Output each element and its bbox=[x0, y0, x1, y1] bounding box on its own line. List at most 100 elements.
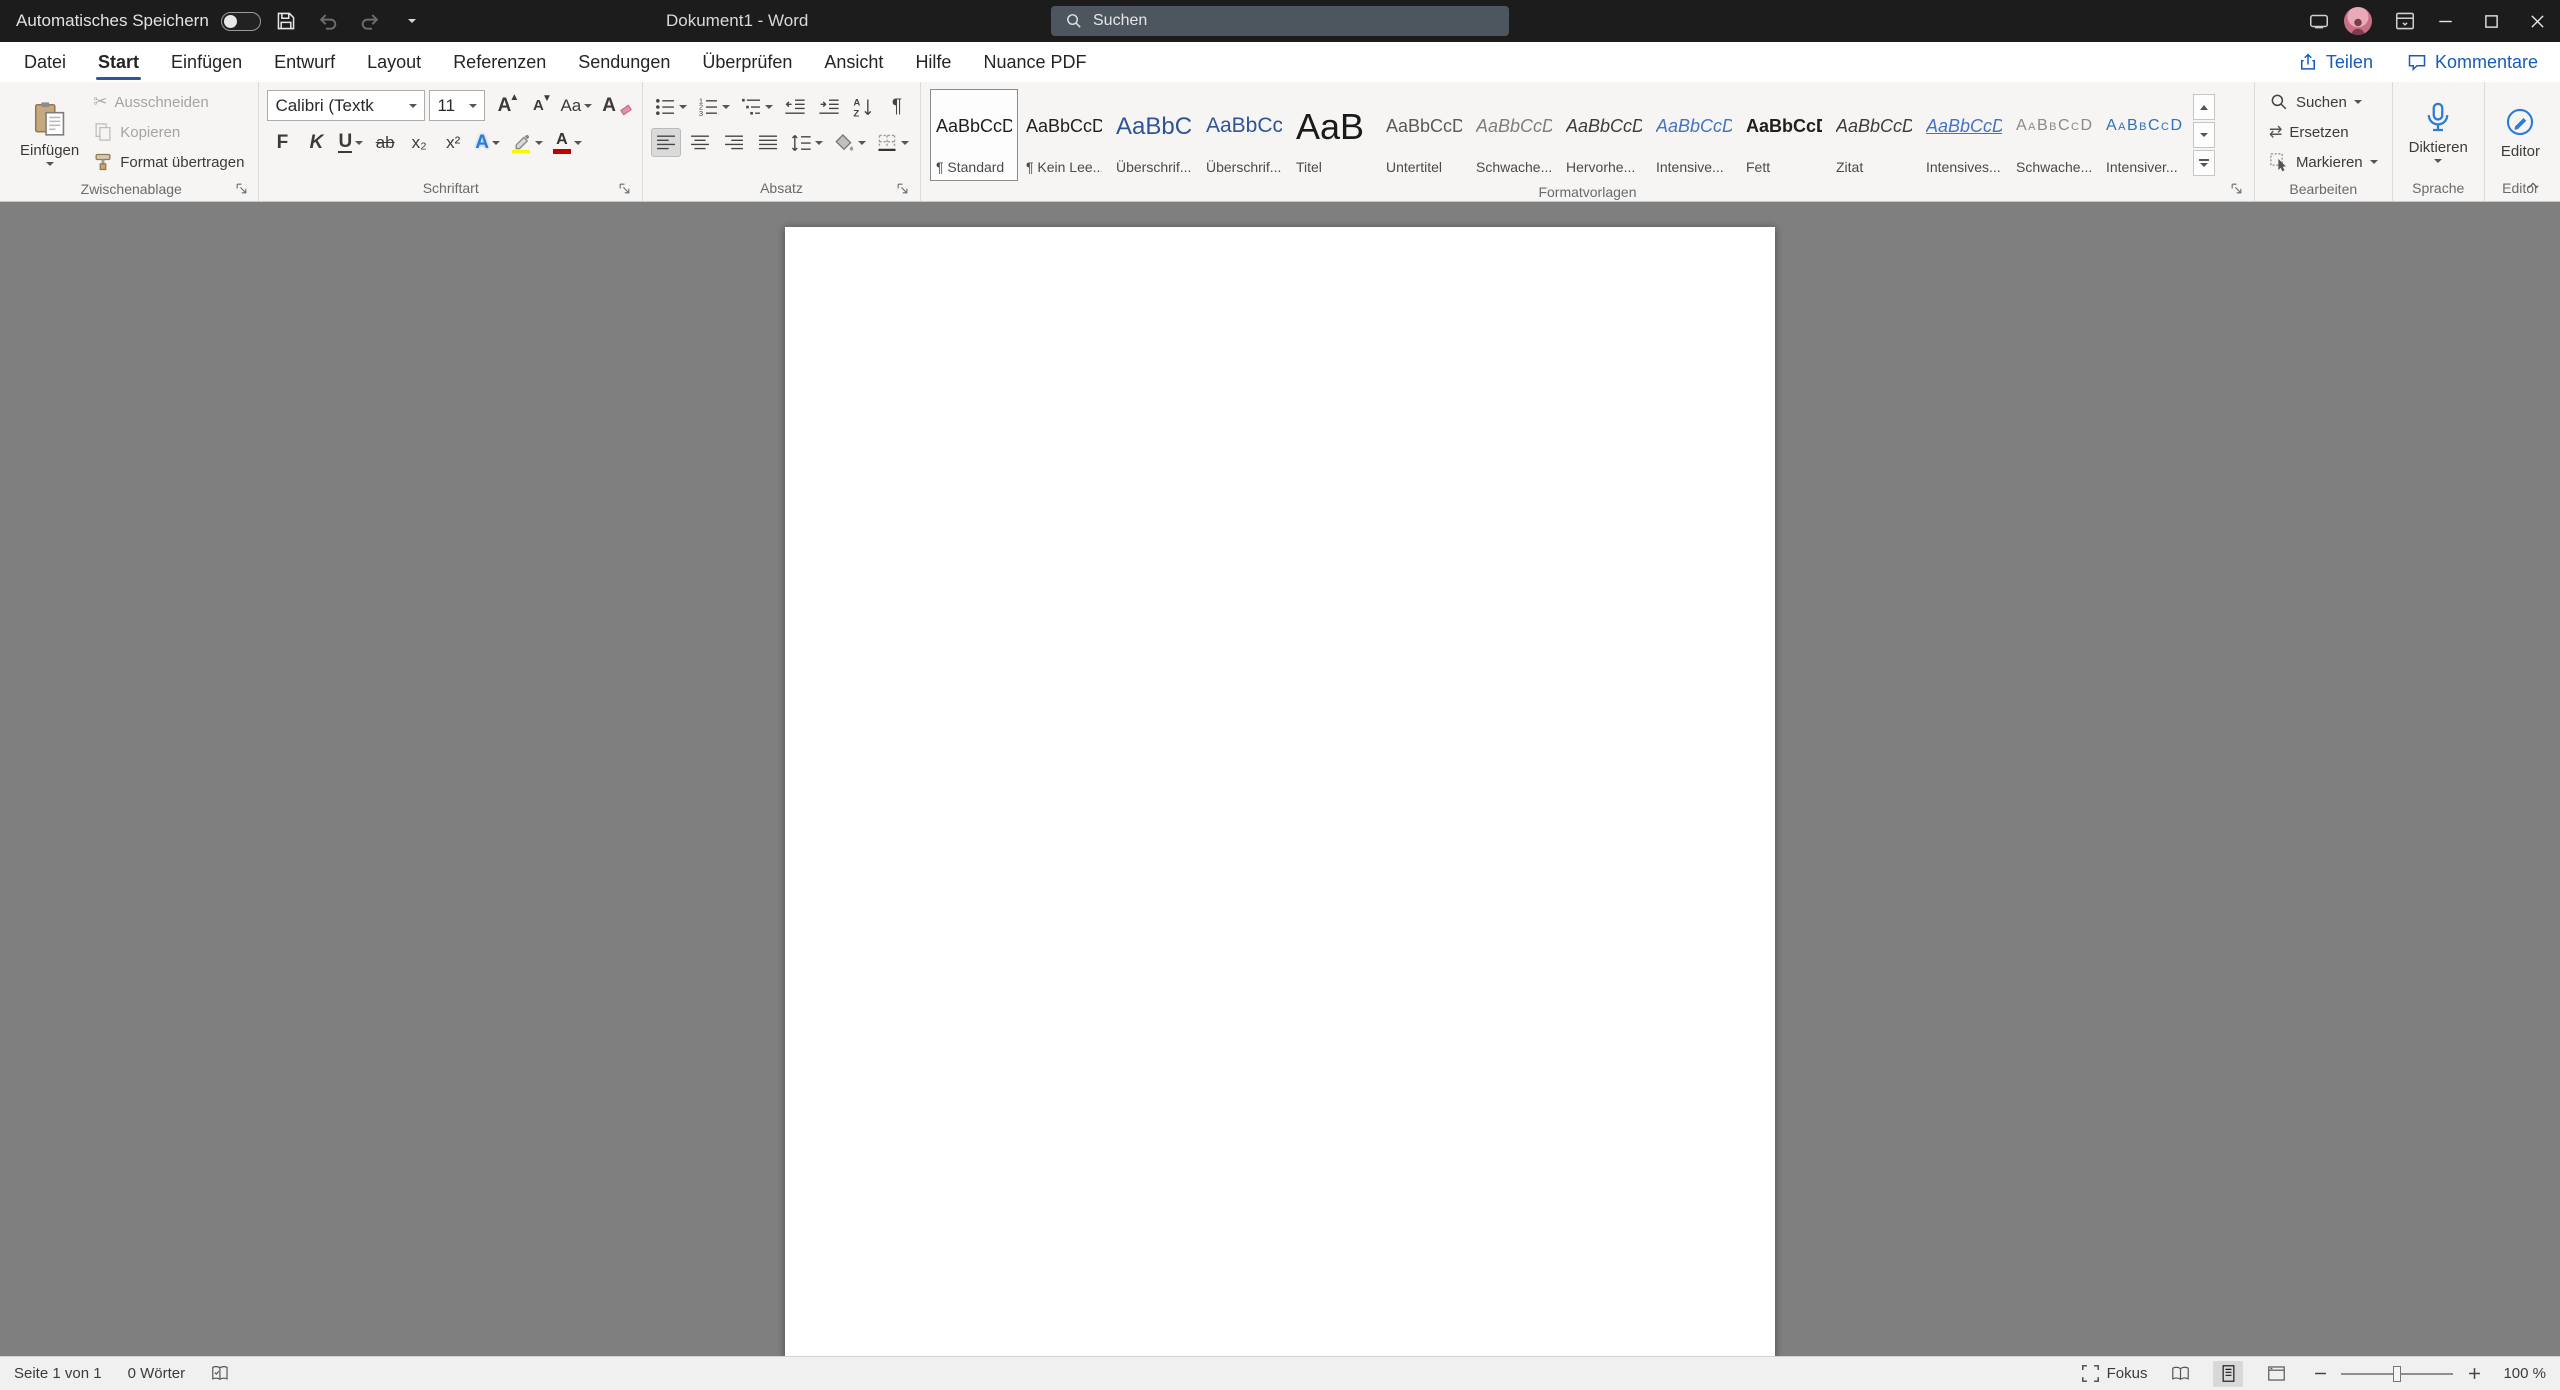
minimize-button[interactable] bbox=[2422, 0, 2468, 42]
style-gallery-scroll-down[interactable] bbox=[2193, 122, 2215, 148]
italic-button[interactable]: K bbox=[301, 128, 331, 157]
tab-sendungen[interactable]: Sendungen bbox=[562, 42, 686, 82]
show-paragraph-marks-button[interactable]: ¶ bbox=[882, 92, 912, 121]
sort-button[interactable]: AZ bbox=[848, 92, 878, 121]
format-painter-button[interactable]: Format übertragen bbox=[87, 148, 250, 176]
increase-indent-button[interactable] bbox=[814, 92, 844, 121]
absatz-dialog-launcher-icon[interactable] bbox=[894, 179, 912, 197]
maximize-button[interactable] bbox=[2468, 0, 2514, 42]
document-page[interactable] bbox=[785, 227, 1775, 1356]
proofing-status-button[interactable] bbox=[211, 1364, 230, 1383]
style-gallery-scroll-up[interactable] bbox=[2193, 94, 2215, 120]
schriftart-dialog-launcher-icon[interactable] bbox=[616, 179, 634, 197]
highlight-button[interactable] bbox=[507, 128, 546, 157]
style-kein-leerraum[interactable]: AaBbCcDd ¶ Kein Lee... bbox=[1020, 89, 1108, 181]
font-name-combo[interactable]: Calibri (Textk bbox=[267, 90, 425, 121]
tab-nuance-pdf[interactable]: Nuance PDF bbox=[967, 42, 1102, 82]
style-ueberschrift-1[interactable]: AaBbCc Überschrif... bbox=[1110, 89, 1198, 181]
customize-quick-access-chevron-icon[interactable] bbox=[395, 4, 429, 38]
zwischenablage-dialog-launcher-icon[interactable] bbox=[232, 179, 250, 197]
scroll-up-icon bbox=[2200, 105, 2208, 110]
numbering-button[interactable]: 123 bbox=[694, 92, 733, 121]
tab-entwurf[interactable]: Entwurf bbox=[258, 42, 351, 82]
tab-ansicht[interactable]: Ansicht bbox=[808, 42, 899, 82]
svg-text:3: 3 bbox=[699, 108, 703, 117]
superscript-button[interactable]: x² bbox=[438, 128, 468, 157]
style-standard[interactable]: AaBbCcDd ¶ Standard bbox=[930, 89, 1018, 181]
underline-button[interactable]: U bbox=[335, 128, 366, 157]
redo-icon[interactable] bbox=[353, 4, 387, 38]
dictate-button[interactable]: Diktieren bbox=[2401, 88, 2476, 175]
comments-button[interactable]: Kommentare bbox=[2407, 52, 2538, 73]
tab-einfuegen[interactable]: Einfügen bbox=[155, 42, 258, 82]
shrink-font-button[interactable]: A▼ bbox=[523, 91, 553, 120]
subscript-button[interactable]: x₂ bbox=[404, 128, 434, 157]
strikethrough-button[interactable]: ab bbox=[370, 128, 400, 157]
undo-icon[interactable] bbox=[311, 4, 345, 38]
bold-button[interactable]: F bbox=[267, 128, 297, 157]
tab-layout[interactable]: Layout bbox=[351, 42, 437, 82]
style-hervorhebung[interactable]: AaBbCcDd Hervorhe... bbox=[1560, 89, 1648, 181]
tab-hilfe[interactable]: Hilfe bbox=[899, 42, 967, 82]
line-spacing-button[interactable] bbox=[787, 128, 826, 157]
collapse-ribbon-icon[interactable] bbox=[2520, 177, 2546, 195]
shading-button[interactable] bbox=[830, 128, 869, 157]
style-zitat[interactable]: AaBbCcDd Zitat bbox=[1830, 89, 1918, 181]
align-center-button[interactable] bbox=[685, 128, 715, 157]
autosave-toggle[interactable] bbox=[221, 12, 261, 31]
font-size-combo[interactable]: 11 bbox=[429, 90, 485, 121]
style-intensiver-verweis[interactable]: AaBbCcDd Intensiver... bbox=[2100, 89, 2188, 181]
borders-button[interactable] bbox=[873, 128, 912, 157]
word-count-indicator[interactable]: 0 Wörter bbox=[128, 1365, 186, 1382]
print-layout-button[interactable] bbox=[2213, 1361, 2243, 1387]
ribbon-display-options-icon[interactable] bbox=[2388, 4, 2422, 38]
style-intensives-zitat[interactable]: AaBbCcDd Intensives... bbox=[1920, 89, 2008, 181]
zoom-in-button[interactable] bbox=[2463, 1363, 2485, 1385]
multilevel-list-button[interactable] bbox=[737, 92, 776, 121]
cut-button[interactable]: ✂ Ausschneiden bbox=[87, 88, 250, 116]
style-gallery-more[interactable] bbox=[2193, 150, 2215, 176]
style-fett[interactable]: AaBbCcDd Fett bbox=[1740, 89, 1828, 181]
zoom-level-indicator[interactable]: 100 % bbox=[2503, 1365, 2546, 1382]
find-button[interactable]: Suchen bbox=[2263, 88, 2384, 116]
align-right-button[interactable] bbox=[719, 128, 749, 157]
page-number-indicator[interactable]: Seite 1 von 1 bbox=[14, 1365, 102, 1382]
style-schwache-hervorhebung[interactable]: AaBbCcDd Schwache... bbox=[1470, 89, 1558, 181]
tab-ueberpruefen[interactable]: Überprüfen bbox=[686, 42, 808, 82]
clear-formatting-button[interactable]: A bbox=[599, 91, 634, 120]
tab-datei[interactable]: Datei bbox=[8, 42, 82, 82]
user-avatar[interactable] bbox=[2344, 7, 2372, 35]
copy-button[interactable]: Kopieren bbox=[87, 118, 250, 146]
save-icon[interactable] bbox=[269, 4, 303, 38]
formatvorlagen-dialog-launcher-icon[interactable] bbox=[2228, 179, 2246, 197]
titlebar-extra-icon[interactable] bbox=[2302, 4, 2336, 38]
focus-mode-button[interactable]: Fokus bbox=[2081, 1364, 2148, 1383]
close-button[interactable] bbox=[2514, 0, 2560, 42]
change-case-button[interactable]: Aa bbox=[557, 91, 595, 120]
style-schwacher-verweis[interactable]: AaBbCcDd Schwache... bbox=[2010, 89, 2098, 181]
read-mode-button[interactable] bbox=[2165, 1361, 2195, 1387]
style-untertitel[interactable]: AaBbCcD Untertitel bbox=[1380, 89, 1468, 181]
grow-font-button[interactable]: A▲ bbox=[489, 91, 519, 120]
text-effects-button[interactable]: A bbox=[472, 128, 503, 157]
decrease-indent-button[interactable] bbox=[780, 92, 810, 121]
bullets-button[interactable] bbox=[651, 92, 690, 121]
align-left-button[interactable] bbox=[651, 128, 681, 157]
tab-start[interactable]: Start bbox=[82, 42, 155, 82]
style-titel[interactable]: AaB Titel bbox=[1290, 89, 1378, 181]
style-ueberschrift-2[interactable]: AaBbCcD Überschrif... bbox=[1200, 89, 1288, 181]
editor-button[interactable]: Editor bbox=[2493, 88, 2548, 175]
share-button[interactable]: Teilen bbox=[2298, 52, 2373, 73]
select-button[interactable]: Markieren bbox=[2263, 148, 2384, 176]
font-color-button[interactable]: A bbox=[550, 128, 585, 157]
style-intensive-hervorhebung[interactable]: AaBbCcDd Intensive... bbox=[1650, 89, 1738, 181]
zoom-slider-thumb[interactable] bbox=[2393, 1366, 2401, 1382]
zoom-slider[interactable] bbox=[2341, 1373, 2453, 1375]
web-layout-button[interactable] bbox=[2261, 1361, 2291, 1387]
search-box[interactable]: Suchen bbox=[1051, 6, 1509, 36]
tab-referenzen[interactable]: Referenzen bbox=[437, 42, 562, 82]
justify-button[interactable] bbox=[753, 128, 783, 157]
paste-button[interactable]: Einfügen bbox=[12, 88, 87, 176]
zoom-out-button[interactable] bbox=[2309, 1363, 2331, 1385]
replace-button[interactable]: ⇄ Ersetzen bbox=[2263, 118, 2384, 146]
